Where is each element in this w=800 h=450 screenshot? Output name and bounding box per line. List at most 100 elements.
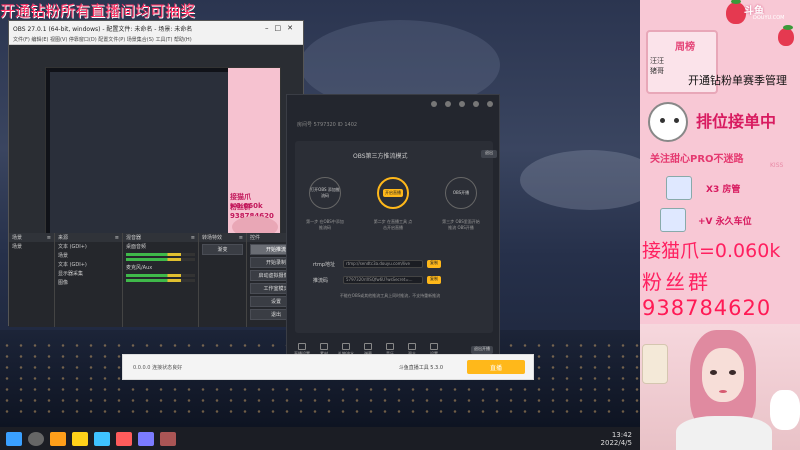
browser-icon[interactable]	[94, 431, 110, 446]
app-icon[interactable]	[50, 431, 66, 446]
clock[interactable]: 13:42 2022/4/5	[601, 431, 632, 447]
dock-menu-icon[interactable]: ≡	[191, 235, 195, 241]
ranked-sign: 排位接单中	[696, 112, 777, 131]
step-circle-text: OBS开播	[452, 190, 470, 195]
obs-title-text: OBS 27.0.1 (64-bit, windows) - 配置文件: 未命名…	[13, 25, 193, 33]
volume-meter[interactable]	[126, 258, 195, 261]
douyu-tool-footer[interactable]: 0.0.0.0 连接状态良好 斗鱼直播工具 5.3.0 直播	[122, 354, 534, 380]
obs-preview[interactable]: 接猫爪=0.060k 粉丝群 938784620	[45, 67, 281, 237]
connection-status: 0.0.0.0 连接状态良好	[133, 364, 183, 371]
rank-title: 周榜	[675, 42, 695, 53]
scene-item[interactable]: 场景	[9, 242, 54, 251]
rank-entry: 汪汪	[650, 57, 664, 65]
douyu-icon[interactable]	[160, 431, 176, 446]
volume-meter[interactable]	[126, 253, 195, 256]
top-banner: 开通钻粉所有直播间均可抽奖	[0, 2, 196, 20]
avatar[interactable]	[431, 101, 437, 107]
room-info: 房间号 5797320 ID 1402	[297, 122, 358, 128]
stream-key-label: 推流码	[313, 278, 329, 284]
exit-live-button[interactable]: 退出开播	[471, 346, 493, 354]
cat-icon	[648, 102, 688, 142]
source-item[interactable]: 图像	[55, 278, 122, 287]
go-live-button[interactable]: 直播	[467, 360, 525, 374]
lock-icon[interactable]	[459, 101, 465, 107]
obs-titlebar[interactable]: OBS 27.0.1 (64-bit, windows) - 配置文件: 未命名…	[9, 21, 303, 35]
cup	[642, 344, 668, 384]
rtmp-field[interactable]: rtmp://sendtc3a.douyu.com/live	[343, 260, 423, 268]
preview-group-text: 粉丝群	[230, 203, 251, 211]
lips	[719, 390, 727, 393]
price-text: 接猫爪=0.060k	[642, 240, 781, 262]
clock-time: 13:42	[611, 430, 632, 439]
rtmp-label: rtmp地址	[313, 262, 336, 268]
copy-stream-key-button[interactable]: 复制	[427, 276, 441, 284]
plane-gift-icon	[660, 208, 686, 232]
stream-note: 不能在OBS或其他推流工具上同时推流，不支持重新推流	[339, 293, 441, 298]
mixer-dock[interactable]: 混音器 ≡ 桌面音频 麦克风/Aux	[123, 233, 199, 327]
volume-meter[interactable]	[126, 279, 195, 282]
mixer-channel-label: 桌面音频	[126, 244, 147, 250]
follow-text: 关注甜心PRO不迷路	[650, 154, 744, 165]
step-circle: OBS开播	[445, 177, 477, 209]
eye	[710, 370, 717, 375]
scenes-dock[interactable]: 场景 ≡ 场景	[9, 233, 55, 327]
reward-label: X3 房管	[706, 185, 741, 195]
sources-dock[interactable]: 来源 ≡ 文本 (GDI+) 场景 文本 (GDI+) 显示器采集 图像	[55, 233, 123, 327]
stream-key-field[interactable]: 5797320rlXSQfw6U?wsSecret=...	[343, 276, 423, 284]
mixer-header: 混音器	[126, 235, 142, 241]
source-item[interactable]: 场景	[55, 251, 122, 260]
obs-mode-panel: OBS第三方推流模式 退出 打开OBS 添加推流码 开启直播 OBS开播 第一步…	[295, 141, 497, 333]
fan-group-text: 粉丝群	[642, 270, 711, 294]
obs-menubar[interactable]: 文件(F) 编辑(E) 视图(V) 停靠窗口(D) 配置文件(P) 场景集合(S…	[9, 35, 303, 45]
dock-menu-icon[interactable]: ≡	[47, 235, 51, 241]
transition-select[interactable]: 渐变	[202, 244, 243, 255]
windows-start-icon[interactable]	[6, 431, 22, 446]
message-icon[interactable]	[445, 101, 451, 107]
cloud-decoration	[520, 150, 640, 210]
step-circle[interactable]: 开启直播	[377, 177, 409, 209]
step-label: 第二步 在直播工具 点击开启直播	[373, 219, 413, 230]
gift-icon	[342, 343, 350, 350]
version-label: 斗鱼直播工具 5.3.0	[398, 364, 443, 371]
preview-nested-capture	[50, 72, 228, 234]
caption-text: 开通钻粉单赛季管理	[688, 74, 787, 87]
obs-window[interactable]: OBS 27.0.1 (64-bit, windows) - 配置文件: 未命名…	[8, 20, 305, 327]
douyu-tool-window[interactable]: 房间号 5797320 ID 1402 OBS第三方推流模式 退出 打开OBS …	[286, 94, 500, 366]
folder-icon[interactable]	[72, 431, 88, 446]
mode-title: OBS第三方推流模式	[353, 153, 408, 160]
window-controls-icon[interactable]: –□✕	[265, 24, 303, 32]
source-item[interactable]: 文本 (GDI+)	[55, 242, 122, 251]
strawberry-icon	[778, 25, 794, 46]
app-icon[interactable]	[116, 431, 132, 446]
settings-icon[interactable]	[473, 101, 479, 107]
live-settings-icon	[298, 343, 306, 350]
step-label: 第一步 在OBS中添加推流码	[306, 219, 344, 230]
strawberry-icon	[726, 0, 746, 24]
tool-toolbar	[287, 95, 499, 113]
reward-label: +V 永久车位	[698, 217, 752, 227]
copy-rtmp-button[interactable]: 复制	[427, 260, 441, 268]
kiss-decoration: KISS	[770, 162, 784, 169]
mixer-channel-label: 麦克风/Aux	[126, 265, 153, 271]
exit-mode-button[interactable]: 退出	[481, 150, 497, 158]
qq-number: 938784620	[642, 296, 772, 320]
share-icon[interactable]	[487, 101, 493, 107]
step-label: 第三步 OBS里面开始推流 OBS开播	[442, 219, 480, 230]
danmaku-icon	[364, 343, 372, 350]
transitions-dock[interactable]: 转场特效 ≡ 渐变	[199, 233, 247, 327]
obs-docks: 场景 ≡ 场景 来源 ≡ 文本 (GDI+) 场景 文本 (GDI+) 显示器采集 …	[9, 233, 305, 327]
dock-menu-icon[interactable]: ≡	[239, 235, 243, 241]
rank-entry: 猪哥	[650, 67, 664, 75]
scenes-header: 场景	[12, 235, 23, 241]
obs-icon[interactable]	[138, 431, 154, 446]
volume-meter[interactable]	[126, 274, 195, 277]
douyu-logo-sub: DOUYU.COM	[753, 15, 785, 21]
webcam-feed	[640, 324, 800, 450]
rocket-gift-icon	[666, 176, 692, 200]
source-item[interactable]: 文本 (GDI+)	[55, 260, 122, 269]
source-item[interactable]: 显示器采集	[55, 269, 122, 278]
step-circle-text: 打开OBS 添加推流码	[310, 187, 340, 198]
music-icon	[386, 343, 394, 350]
search-icon[interactable]	[28, 431, 44, 446]
dock-menu-icon[interactable]: ≡	[115, 235, 119, 241]
